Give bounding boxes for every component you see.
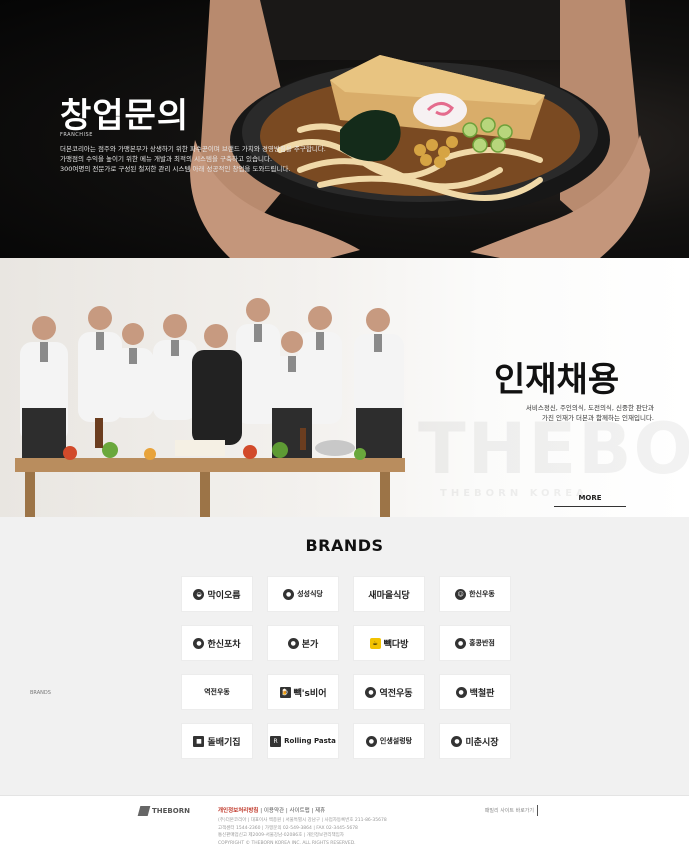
brand-card[interactable]: R Rolling Pasta (267, 723, 339, 759)
recruit-banner: THEBORN THEBORN KOREA (0, 258, 689, 517)
brand-card[interactable]: ☕ 빽다방 (353, 625, 425, 661)
recruit-title: 인재채용 (494, 360, 620, 400)
circle-logo-icon: ● (283, 588, 295, 600)
brand-name: 빽다방 (383, 639, 409, 650)
footer-info-line: 고객센터 1544-2360 | 가맹문의 02-549-3864 | FAX … (218, 825, 358, 831)
circle-logo-icon: ● (365, 735, 377, 747)
brand-name: 새마을식당 (368, 590, 410, 601)
footer-info-line: COPYRIGHT © THEBORN KOREA INC. ALL RIGHT… (218, 840, 356, 846)
brand-name: 빽's비어 (293, 688, 327, 699)
brand-name: Rolling Pasta (284, 737, 336, 745)
brand-name: 한신포차 (207, 639, 241, 650)
brands-title: BRANDS (305, 536, 384, 555)
square-logo-icon: ■ (193, 735, 205, 747)
footer-logo[interactable]: THEBORN (137, 806, 190, 816)
brand-name: 본가 (301, 639, 319, 650)
recruit-description: 서비스정신, 주인의식, 도전의식, 신중한 판단과 가진 인재가 더본과 함께… (504, 403, 654, 423)
circle-logo-icon: ● (287, 637, 299, 649)
chef-face-icon: ☺ (455, 588, 467, 600)
footer-logo-text: THEBORN (152, 807, 190, 815)
brand-name: 역전우동 (379, 688, 413, 699)
theborn-logo-icon (137, 806, 151, 816)
franchise-banner[interactable]: 창업문의 FRANCHISE 더본코리아는 점주와 가맹본부가 상생하기 위한 … (0, 0, 689, 258)
brand-card[interactable]: ● 인생설렁탕 (353, 723, 425, 759)
brand-card[interactable]: ● 백철판 (439, 674, 511, 710)
brand-card[interactable]: ◒ 막이오름 (181, 576, 253, 612)
franchise-description: 더본코리아는 점주와 가맹본부가 상생하기 위한 파수꾼이며 브랜드 가치와 경… (60, 144, 360, 174)
brand-card[interactable]: ● 성성식당 (267, 576, 339, 612)
franchise-desc-line: 300여명의 전문가로 구성된 철저한 관리 시스템 아래 성공적인 창업을 도… (60, 165, 291, 173)
brand-name: 인생설렁탕 (379, 737, 413, 745)
brand-grid: ◒ 막이오름 ● 성성식당 새마을식당 ☺ 한신우동 ● 한신포차 ● 본가 ☕ 빽다방 ●… (181, 576, 513, 759)
franchise-desc-line: 가맹점의 수익을 높이기 위한 메뉴 개발과 최적의 시스템을 구축하고 있습니… (60, 155, 273, 163)
brand-name: 막이오름 (207, 590, 241, 601)
terms-link[interactable]: 이용약관 (264, 808, 284, 814)
brand-name: 홍콩반점 (469, 639, 495, 647)
beer-icon: 🍺 (279, 686, 291, 698)
brand-name: 역전우동 (204, 688, 230, 696)
family-site-select[interactable]: 패밀리 사이트 바로가기 (474, 805, 538, 816)
circle-logo-icon: ● (365, 686, 377, 698)
footer-links: 개인정보처리방침 | 이용약관 | 사이트맵 | 제휴 (218, 808, 326, 814)
brands-section: BRANDS BRANDS ◒ 막이오름 ● 성성식당 새마을식당 ☺ 한신우동 ● 한… (0, 517, 689, 795)
circle-logo-icon: ● (193, 637, 205, 649)
brand-card[interactable]: 🍺 빽's비어 (267, 674, 339, 710)
partnership-link[interactable]: 제휴 (315, 808, 325, 814)
footer-company-info: (주)더본코리아 | 대표이사 백종원 | 서울특별시 강남구 | 사업자등록번… (218, 817, 387, 847)
circle-logo-icon: ● (455, 637, 467, 649)
privacy-policy-link[interactable]: 개인정보처리방침 (218, 808, 258, 814)
brand-name: 미춘시장 (465, 737, 499, 748)
brand-card[interactable]: ● 미춘시장 (439, 723, 511, 759)
recruit-desc-line: 서비스정신, 주인의식, 도전의식, 신중한 판단과 (525, 404, 654, 412)
franchise-desc-line: 더본코리아는 점주와 가맹본부가 상생하기 위한 파수꾼이며 브랜드 가치와 경… (60, 145, 326, 153)
brand-card[interactable]: ● 홍콩반점 (439, 625, 511, 661)
brand-card[interactable]: ● 한신포차 (181, 625, 253, 661)
footer-info-line: 통신판매업신고 제2009-서울강남-02086호 | 개인정보관리책임자 (218, 833, 344, 838)
recruit-desc-line: 가진 인재가 더본과 함께하는 인재입니다. (542, 414, 654, 422)
brand-name: 한신우동 (469, 590, 495, 598)
circle-logo-icon: ● (451, 735, 463, 747)
sitemap-link[interactable]: 사이트맵 (289, 808, 309, 814)
brand-name: 성성식당 (297, 590, 323, 598)
brand-card[interactable]: ● 역전우동 (353, 674, 425, 710)
recruit-more-button[interactable]: MORE (554, 490, 626, 507)
brand-card[interactable]: ● 본가 (267, 625, 339, 661)
brand-card[interactable]: 새마을식당 (353, 576, 425, 612)
site-footer: THEBORN 개인정보처리방침 | 이용약관 | 사이트맵 | 제휴 (주)더… (0, 795, 689, 861)
circle-logo-icon: ● (455, 686, 467, 698)
franchise-title: 창업문의 (60, 96, 190, 136)
r-logo-icon: R (270, 735, 282, 747)
brand-name: 돌배기집 (207, 737, 241, 748)
franchise-subtitle: FRANCHISE (60, 132, 93, 138)
footer-info-line: (주)더본코리아 | 대표이사 백종원 | 서울특별시 강남구 | 사업자등록번… (218, 818, 387, 823)
paiks-coffee-icon: ☕ (369, 637, 381, 649)
brand-card[interactable]: 역전우동 (181, 674, 253, 710)
staff-group-photo (15, 298, 405, 517)
brand-card[interactable]: ☺ 한신우동 (439, 576, 511, 612)
mask-icon: ◒ (193, 588, 205, 600)
brand-card[interactable]: ■ 돌배기집 (181, 723, 253, 759)
brands-side-label: BRANDS (30, 690, 51, 696)
brand-name: 백철판 (469, 688, 495, 699)
